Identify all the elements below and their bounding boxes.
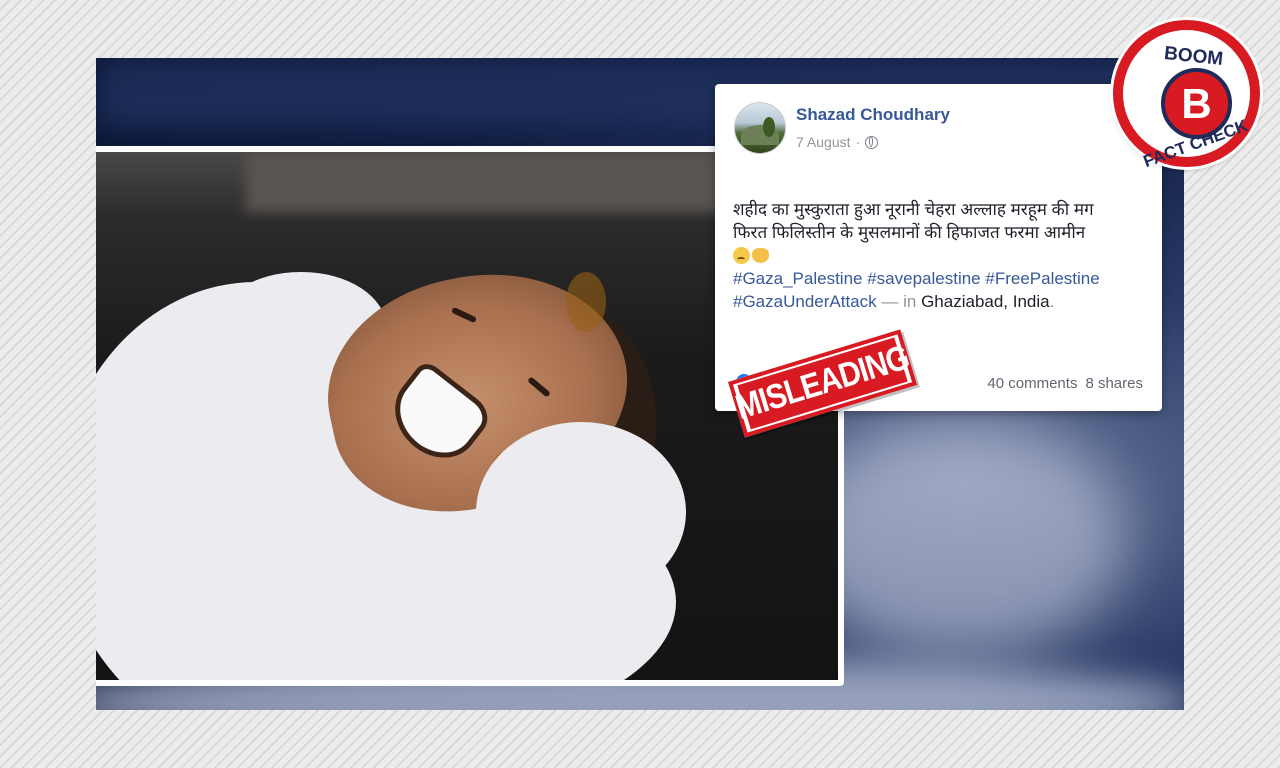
hashtag-link[interactable]: #FreePalestine <box>985 269 1099 288</box>
facebook-post-card: Shazad Choudhary 7 August · शहीद का मुस्… <box>715 84 1162 411</box>
post-text: शहीद का मुस्कुराता हुआ नूरानी चेहरा अल्ल… <box>733 198 1148 313</box>
post-author[interactable]: Shazad Choudhary <box>796 105 950 125</box>
emoji-row <box>733 244 1148 267</box>
hashtag-line: #GazaUnderAttack — in Ghaziabad, India. <box>733 290 1148 313</box>
location-link[interactable]: Ghaziabad, India <box>921 292 1050 311</box>
hashtag-link[interactable]: #GazaUnderAttack <box>733 292 877 311</box>
background-blur <box>796 418 1126 658</box>
post-date[interactable]: 7 August <box>796 134 851 150</box>
hashtag-link[interactable]: #savepalestine <box>867 269 980 288</box>
post-stats: 40 comments 8 shares <box>987 375 1143 392</box>
comments-count[interactable]: 40 comments <box>987 375 1077 392</box>
sad-face-emoji-icon <box>733 247 750 264</box>
open-hands-emoji-icon <box>752 248 769 263</box>
boom-fact-check-logo: BOOM B FACT CHECK <box>1113 20 1260 171</box>
location-prefix: — in <box>881 292 917 311</box>
post-meta: 7 August · <box>796 134 879 150</box>
globe-icon <box>865 135 879 149</box>
post-text-line: फिरत फिलिस्तीन के मुसलमानों की हिफाजत फर… <box>733 223 1086 242</box>
post-text-line: शहीद का मुस्कुराता हुआ नूरानी चेहरा अल्ल… <box>733 200 1094 219</box>
location-suffix: . <box>1049 292 1055 311</box>
meta-separator: · <box>855 134 861 150</box>
shares-count[interactable]: 8 shares <box>1085 375 1143 392</box>
hashtag-link[interactable]: #Gaza_Palestine <box>733 269 862 288</box>
avatar[interactable] <box>734 102 786 154</box>
logo-top-word: BOOM <box>1163 42 1225 71</box>
hashtag-line: #Gaza_Palestine #savepalestine #FreePale… <box>733 267 1148 290</box>
